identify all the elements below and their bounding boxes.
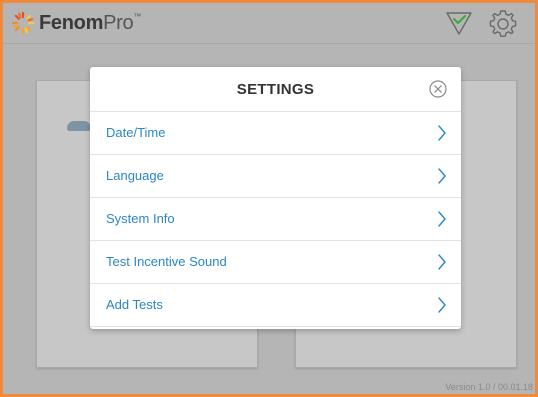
app-screen: FenomPro™ Version 1.0 / 00.01.18 SETTING… bbox=[3, 3, 535, 394]
settings-item-date-time[interactable]: Date/Time bbox=[90, 112, 461, 155]
top-bar: FenomPro™ bbox=[3, 3, 535, 44]
logo-wordmark: FenomPro™ bbox=[39, 12, 141, 35]
settings-item-label: Date/Time bbox=[106, 125, 166, 140]
fenom-logo-icon bbox=[11, 11, 35, 35]
settings-item-system-info[interactable]: System Info bbox=[90, 198, 461, 241]
settings-item-add-tests[interactable]: Add Tests bbox=[90, 284, 461, 327]
chevron-right-icon bbox=[438, 254, 446, 270]
logo-trademark: ™ bbox=[133, 11, 141, 21]
settings-item-language[interactable]: Language bbox=[90, 155, 461, 198]
settings-item-label: Language bbox=[106, 168, 164, 183]
settings-item-label: System Info bbox=[106, 211, 175, 226]
cloud-icon bbox=[67, 121, 91, 131]
logo: FenomPro™ bbox=[11, 11, 141, 35]
settings-item-label: Test Incentive Sound bbox=[106, 254, 227, 269]
chevron-right-icon bbox=[438, 211, 446, 227]
settings-item-label: Add Tests bbox=[106, 297, 163, 312]
chevron-right-icon bbox=[438, 125, 446, 141]
close-icon[interactable] bbox=[429, 80, 447, 98]
chevron-right-icon bbox=[438, 168, 446, 184]
logo-text-bold: Fenom bbox=[39, 11, 104, 34]
logo-text-light: Pro bbox=[103, 11, 134, 34]
chevron-right-icon bbox=[438, 297, 446, 313]
settings-item-test-incentive-sound[interactable]: Test Incentive Sound bbox=[90, 241, 461, 284]
check-triangle-icon[interactable] bbox=[445, 9, 473, 37]
modal-header: SETTINGS bbox=[90, 67, 461, 112]
modal-title: SETTINGS bbox=[236, 81, 315, 98]
settings-modal: SETTINGS Date/Time Language System Info … bbox=[90, 67, 461, 329]
version-label: Version 1.0 / 00.01.18 bbox=[445, 382, 533, 392]
gear-icon[interactable] bbox=[487, 8, 519, 40]
